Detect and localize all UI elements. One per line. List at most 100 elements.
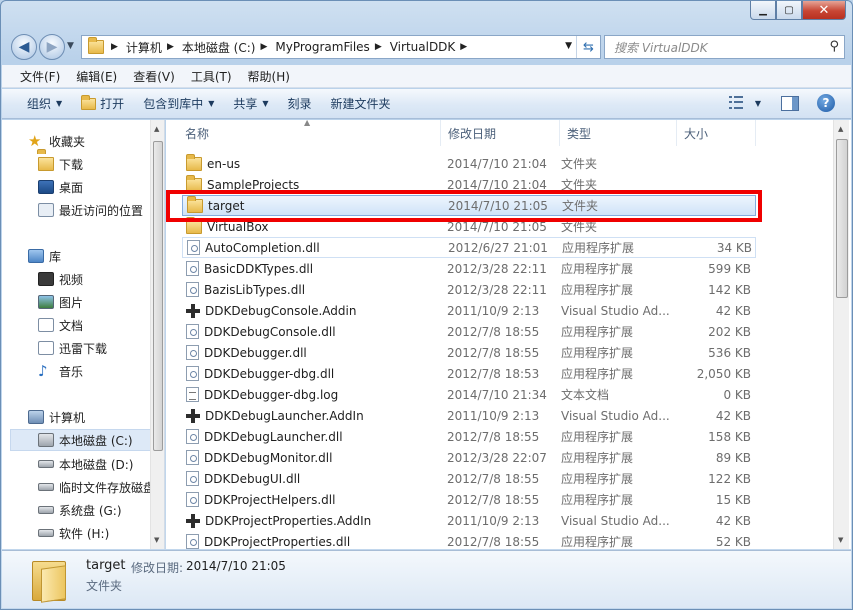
scroll-up-icon[interactable]: ▲ bbox=[154, 125, 159, 133]
file-name-cell: en-us bbox=[182, 153, 440, 171]
address-dropdown-icon[interactable]: ▼ bbox=[565, 41, 572, 51]
scroll-down-icon[interactable]: ▼ bbox=[838, 536, 843, 544]
chevron-right-icon[interactable]: ▶ bbox=[109, 42, 123, 52]
column-modified[interactable]: 修改日期 bbox=[441, 120, 560, 146]
share-button[interactable]: 共享 ▼ bbox=[225, 95, 279, 112]
file-name: DDKDebugConsole.Addin bbox=[205, 303, 357, 318]
chevron-right-icon[interactable]: ▶ bbox=[258, 42, 272, 52]
menu-help[interactable]: 帮助(H) bbox=[240, 68, 298, 85]
file-row[interactable]: DDKDebugger-dbg.dll 2012/7/8 18:53 应用程序扩展 2… bbox=[182, 363, 756, 384]
file-row[interactable]: DDKDebugUI.dll 2012/7/8 18:55 应用程序扩展 122 KB bbox=[182, 468, 756, 489]
breadcrumb-myprogramfiles[interactable]: MyProgramFiles bbox=[272, 36, 372, 58]
chevron-right-icon[interactable]: ▶ bbox=[458, 42, 472, 52]
chevron-down-icon: ▼ bbox=[208, 99, 215, 108]
nav-libraries[interactable]: 库 bbox=[28, 245, 164, 267]
menu-view[interactable]: 查看(V) bbox=[125, 68, 183, 85]
file-list-scrollbar[interactable]: ▲ ▼ bbox=[833, 120, 849, 549]
file-name-cell: DDKDebugConsole.Addin bbox=[182, 303, 440, 318]
file-row[interactable]: DDKProjectHelpers.dll 2012/7/8 18:55 应用程序扩… bbox=[182, 489, 756, 510]
view-options-chevron-icon[interactable]: ▼ bbox=[755, 99, 761, 108]
file-row[interactable]: DDKProjectProperties.AddIn 2011/10/9 2:13… bbox=[182, 510, 756, 531]
menu-file[interactable]: 文件(F) bbox=[12, 68, 68, 85]
nav-drive-g[interactable]: 系统盘 (G:) bbox=[38, 499, 164, 521]
file-row[interactable]: DDKDebugLauncher.AddIn 2011/10/9 2:13 Visu… bbox=[182, 405, 756, 426]
file-size-cell: 158 KB bbox=[708, 429, 751, 444]
file-list-scroll-thumb[interactable] bbox=[836, 139, 848, 298]
breadcrumb-computer[interactable]: 计算机 bbox=[123, 36, 165, 58]
column-type[interactable]: 类型 bbox=[560, 120, 677, 146]
file-row[interactable]: DDKDebugMonitor.dll 2012/3/28 22:07 应用程序扩展… bbox=[182, 447, 756, 468]
file-row[interactable]: DDKProjectProperties.dll 2012/7/8 18:55 应用… bbox=[182, 531, 756, 549]
nav-thunder-downloads[interactable]: 迅雷下载 bbox=[38, 337, 164, 359]
file-type-cell: 应用程序扩展 bbox=[562, 241, 635, 255]
breadcrumb-drive-c[interactable]: 本地磁盘 (C:) bbox=[179, 36, 259, 58]
file-size-cell: 52 KB bbox=[715, 534, 751, 549]
file-date-cell: 2012/3/28 22:11 bbox=[447, 282, 547, 297]
nav-favorites-label: 收藏夹 bbox=[49, 134, 86, 149]
new-folder-button[interactable]: 新建文件夹 bbox=[323, 95, 402, 112]
nav-scrollbar[interactable]: ▲ ▼ bbox=[150, 120, 164, 549]
column-name[interactable]: 名称 ▲ bbox=[166, 120, 441, 146]
nav-scroll-thumb[interactable] bbox=[153, 141, 163, 451]
file-name: DDKDebugMonitor.dll bbox=[204, 450, 333, 465]
nav-drive-d[interactable]: 本地磁盘 (D:) bbox=[38, 453, 164, 475]
file-row[interactable]: DDKDebugLauncher.dll 2012/7/8 18:55 应用程序扩展… bbox=[182, 426, 756, 447]
file-row[interactable]: BasicDDKTypes.dll 2012/3/28 22:11 应用程序扩展 59… bbox=[182, 258, 756, 279]
back-button[interactable]: ◀ bbox=[11, 34, 37, 60]
organize-button[interactable]: 组织 ▼ bbox=[19, 95, 73, 112]
dll-file-icon bbox=[186, 471, 199, 486]
nav-music[interactable]: ♪ 音乐 bbox=[38, 360, 164, 382]
nav-drive-h[interactable]: 软件 (H:) bbox=[38, 522, 164, 544]
file-name: en-us bbox=[207, 156, 241, 171]
file-row[interactable]: en-us 2014/7/10 21:04 文件夹 bbox=[182, 153, 756, 174]
include-in-library-button[interactable]: 包含到库中 ▼ bbox=[135, 95, 225, 112]
nav-drive-temp[interactable]: 临时文件存放磁盘 bbox=[38, 476, 164, 498]
column-size[interactable]: 大小 bbox=[677, 120, 756, 146]
file-row[interactable]: DDKDebugConsole.Addin 2011/10/9 2:13 Visua… bbox=[182, 300, 756, 321]
help-icon[interactable]: ? bbox=[817, 94, 835, 112]
breadcrumb-virtualddk[interactable]: VirtualDDK bbox=[387, 36, 459, 58]
address-bar[interactable]: ▶ 计算机 ▶ 本地磁盘 (C:) ▶ MyProgramFiles ▶ Vir… bbox=[81, 35, 601, 59]
file-row[interactable]: BazisLibTypes.dll 2012/3/28 22:11 应用程序扩展 14… bbox=[182, 279, 756, 300]
chevron-right-icon[interactable]: ▶ bbox=[373, 42, 387, 52]
addin-file-icon bbox=[186, 303, 200, 318]
nav-desktop-label: 桌面 bbox=[59, 180, 84, 195]
nav-music-label: 音乐 bbox=[59, 364, 84, 379]
nav-computer[interactable]: 计算机 bbox=[28, 406, 164, 428]
menu-edit[interactable]: 编辑(E) bbox=[68, 68, 125, 85]
burn-button[interactable]: 刻录 bbox=[280, 95, 323, 112]
chevron-right-icon[interactable]: ▶ bbox=[165, 42, 179, 52]
search-icon[interactable]: ⚲ bbox=[829, 39, 839, 54]
nav-videos-label: 视频 bbox=[59, 272, 84, 287]
dll-file-icon bbox=[186, 261, 199, 276]
scroll-up-icon[interactable]: ▲ bbox=[838, 125, 843, 133]
scroll-down-icon[interactable]: ▼ bbox=[154, 536, 159, 544]
open-button[interactable]: 打开 bbox=[73, 94, 135, 112]
nav-recent-places[interactable]: 最近访问的位置 bbox=[38, 199, 164, 221]
preview-pane-icon[interactable] bbox=[781, 95, 799, 111]
nav-videos[interactable]: 视频 bbox=[38, 268, 164, 290]
nav-desktop[interactable]: 桌面 bbox=[38, 176, 164, 198]
maximize-button[interactable]: ▢ bbox=[776, 1, 802, 20]
nav-downloads[interactable]: 下载 bbox=[38, 153, 164, 175]
menu-bar: 文件(F) 编辑(E) 查看(V) 工具(T) 帮助(H) bbox=[2, 65, 851, 88]
downloads-folder-icon bbox=[38, 157, 54, 171]
nav-documents[interactable]: 文档 bbox=[38, 314, 164, 336]
file-row[interactable]: DDKDebugConsole.dll 2012/7/8 18:55 应用程序扩展 2… bbox=[182, 321, 756, 342]
file-row[interactable]: AutoCompletion.dll 2012/6/27 21:01 应用程序扩展 3… bbox=[182, 237, 756, 258]
menu-tools[interactable]: 工具(T) bbox=[183, 68, 240, 85]
close-button[interactable]: ✕ bbox=[802, 1, 846, 20]
change-view-icon[interactable] bbox=[728, 96, 747, 110]
recent-pages-dropdown-icon[interactable]: ▼ bbox=[67, 41, 74, 51]
minimize-button[interactable]: ▁ bbox=[750, 1, 776, 20]
search-input[interactable]: 搜索 VirtualDDK ⚲ bbox=[604, 35, 845, 59]
file-row[interactable]: DDKDebugger.dll 2012/7/8 18:55 应用程序扩展 536 K… bbox=[182, 342, 756, 363]
refresh-icon[interactable]: ⇆ bbox=[576, 36, 600, 58]
file-name: DDKDebugLauncher.dll bbox=[204, 429, 343, 444]
nav-drive-c[interactable]: 本地磁盘 (C:) bbox=[10, 429, 153, 451]
forward-button[interactable]: ▶ bbox=[39, 34, 65, 60]
folder-file-icon bbox=[186, 153, 202, 171]
file-row[interactable]: DDKDebugger-dbg.log 2014/7/10 21:34 文本文档 0 … bbox=[182, 384, 756, 405]
nav-favorites[interactable]: ★ 收藏夹 bbox=[28, 130, 164, 152]
nav-pictures[interactable]: 图片 bbox=[38, 291, 164, 313]
